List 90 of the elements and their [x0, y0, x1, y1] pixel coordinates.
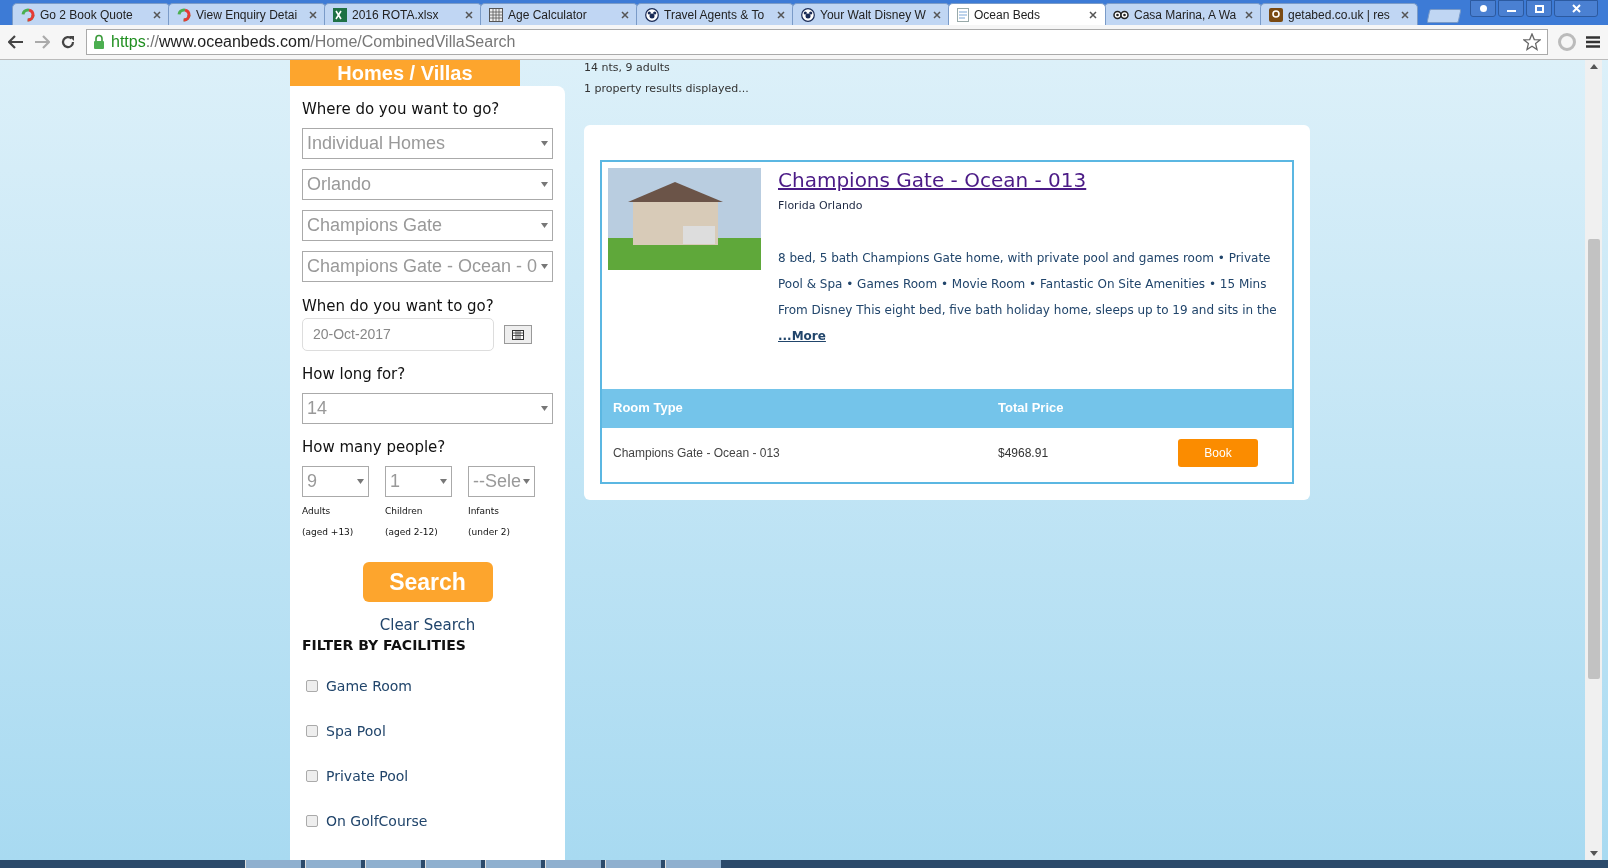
star-icon[interactable] [1523, 33, 1541, 51]
checkbox[interactable] [306, 815, 318, 827]
field-caption: (aged 2-12) [385, 525, 439, 539]
browser-tab[interactable]: Casa Marina, A Wa [1104, 3, 1262, 25]
table-cell-text: Champions Gate - Ocean - 013 [613, 444, 781, 462]
browser-tab[interactable]: 2016 ROTA.xlsx [324, 3, 482, 25]
browser-tab[interactable]: Go 2 Book Quote [12, 3, 170, 25]
field-label: How many people? [302, 438, 447, 456]
field-caption: Adults [302, 505, 332, 518]
scroll-up-icon[interactable] [1589, 64, 1598, 69]
table-header: Room Type Total Price [602, 388, 1292, 428]
restore-icon[interactable] [1526, 0, 1552, 17]
field-label: Where do you want to go? [302, 100, 501, 118]
caret-icon [440, 479, 447, 484]
page-icon [957, 7, 969, 22]
close-icon[interactable] [933, 10, 941, 19]
ring-icon [177, 7, 191, 22]
tab-title: Go 2 Book Quote [40, 6, 134, 24]
field-caption: Children [385, 505, 424, 518]
tab-title: View Enquiry Detai [196, 6, 299, 24]
tab-title: Age Calculator [508, 6, 588, 24]
scroll-down-icon[interactable] [1589, 851, 1598, 856]
results-count: 1 property results displayed... [584, 82, 750, 96]
field-label: How long for? [302, 365, 407, 383]
close-icon[interactable] [777, 10, 785, 19]
clear-search-link[interactable]: Clear Search [379, 616, 476, 634]
close-icon[interactable] [465, 10, 473, 19]
scrollbar[interactable] [1585, 60, 1602, 860]
property-description: 8 bed, 5 bath Champions Gate home, with private pool and games room • Private Pool & Spa • Games Room • Movie Room • Fantastic On Site Amenities • 15 Mins From Disney This eight bed, five bath holiday home, sleeps up to 19 and sits in the ...More [778, 249, 1278, 345]
tab-title: Ocean Beds [974, 6, 1042, 24]
property-location: Florida Orlando [778, 198, 864, 214]
browser-tab[interactable]: getabed.co.uk | res [1260, 3, 1418, 25]
ring-icon [21, 7, 35, 22]
mouse-ears-icon [645, 7, 659, 22]
filter-title: FILTER BY FACILITIES [302, 636, 467, 654]
address-field[interactable]: https://www.oceanbeds.com/Home/CombinedVillaSearch [86, 29, 1548, 55]
close-icon[interactable] [1089, 10, 1097, 19]
field-label: When do you want to go? [302, 297, 495, 315]
checkbox-label: Game Room [326, 677, 412, 695]
search-summary: 14 nts, 9 adults [584, 61, 671, 75]
calendar-icon[interactable] [504, 325, 532, 344]
close-window-icon[interactable] [1554, 0, 1598, 17]
more-link[interactable]: ...More [778, 328, 826, 343]
table-cell-text: $4968.91 [998, 444, 1050, 462]
tab-title: 2016 ROTA.xlsx [352, 6, 440, 24]
browser-tab[interactable]: Your Walt Disney W [792, 3, 950, 25]
caret-icon [541, 406, 548, 411]
checkbox-label: On GolfCourse [326, 812, 428, 830]
caret-icon [523, 479, 530, 484]
property-title[interactable]: Champions Gate - Ocean - 013 [778, 168, 1288, 192]
checkbox[interactable] [306, 725, 318, 737]
new-tab-button[interactable] [1426, 9, 1462, 23]
caret-icon [357, 479, 364, 484]
calculator-icon [489, 7, 503, 22]
checkbox-label: Private Pool [326, 767, 409, 785]
close-icon[interactable] [309, 10, 317, 19]
spreadsheet-icon [333, 7, 347, 22]
caret-icon [541, 223, 548, 228]
user-icon[interactable] [1470, 0, 1496, 17]
close-icon[interactable] [1401, 10, 1409, 19]
browser-tab[interactable]: View Enquiry Detai [168, 3, 326, 25]
date-field[interactable]: 20-Oct-2017 [302, 318, 494, 351]
checkbox[interactable] [306, 770, 318, 782]
section-header: Homes / Villas [290, 60, 520, 86]
browser-tab[interactable]: Ocean Beds [948, 3, 1106, 25]
back-icon[interactable] [8, 35, 24, 49]
field-caption: (aged +13) [302, 525, 355, 539]
close-icon[interactable] [621, 10, 629, 19]
square-icon [1269, 7, 1283, 22]
browser-tab[interactable]: Travel Agents & To [636, 3, 794, 25]
padlock-icon [93, 34, 105, 50]
tab-title: Travel Agents & To [664, 6, 766, 24]
tab-title: getabed.co.uk | res [1288, 6, 1391, 24]
checkbox-label: Spa Pool [326, 722, 386, 740]
checkbox[interactable] [306, 680, 318, 692]
menu-icon[interactable] [1586, 36, 1600, 48]
minimize-icon[interactable] [1498, 0, 1524, 17]
browser-tab[interactable]: Age Calculator [480, 3, 638, 25]
owl-eyes-icon [1113, 8, 1129, 21]
caret-icon [541, 264, 548, 269]
caret-icon [541, 182, 548, 187]
close-icon[interactable] [153, 10, 161, 19]
tab-title: Your Walt Disney W [820, 6, 927, 24]
reload-icon[interactable] [60, 34, 76, 50]
tab-title: Casa Marina, A Wa [1134, 6, 1238, 24]
mouse-ears-icon [801, 7, 815, 22]
field-caption: Infants [468, 505, 500, 518]
caret-icon [541, 141, 548, 146]
field-caption: (under 2) [468, 525, 511, 539]
close-icon[interactable] [1245, 10, 1253, 19]
